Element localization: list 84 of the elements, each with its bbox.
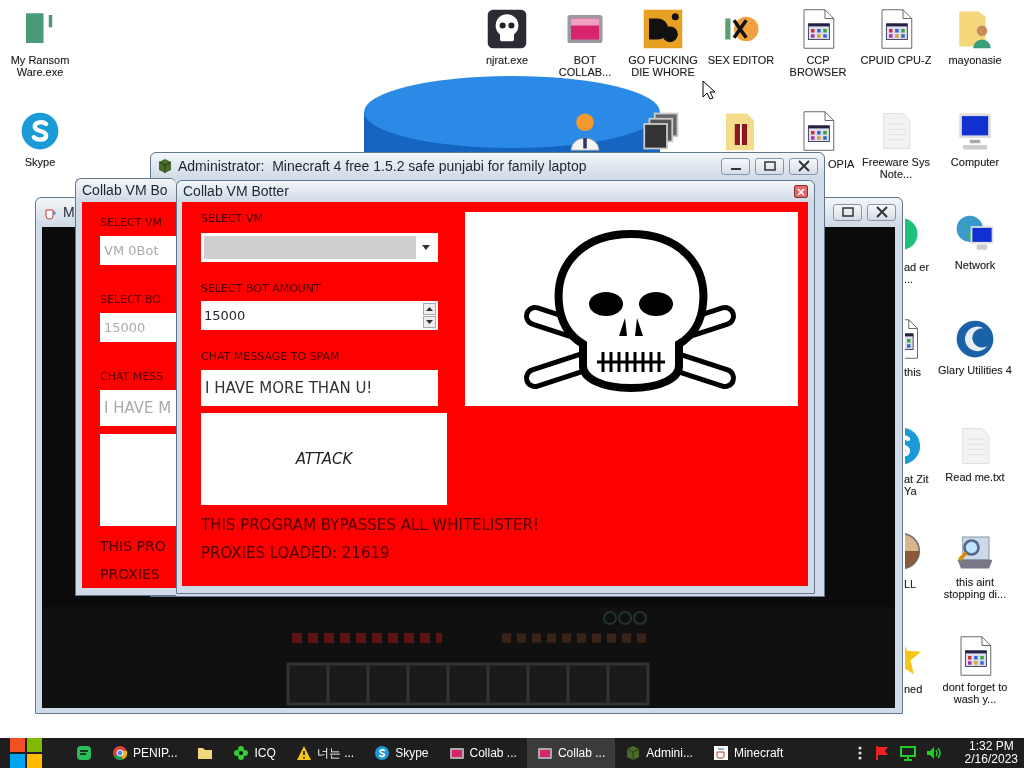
warning-icon (295, 745, 312, 761)
taskbar-button[interactable]: Collab ... (526, 738, 616, 768)
taskbar-button[interactable]: 너는 ... (285, 738, 365, 768)
clock-time: 1:32 PM (968, 740, 1014, 753)
attack-button[interactable]: ATTACK (201, 413, 447, 505)
maximize-icon (761, 160, 778, 172)
field-label: SELECT VM (100, 216, 163, 230)
window-title: Administrator: Minecraft 4 free 1.5.2 safe punjabi for family laptop (178, 156, 587, 176)
flower-icon (233, 745, 250, 761)
amount-field[interactable]: 15000 (201, 301, 438, 330)
spin-up-button[interactable] (423, 303, 436, 315)
close-icon (795, 160, 812, 172)
close-button[interactable] (867, 203, 896, 221)
window-title: M (63, 202, 75, 222)
icon-label[interactable]: BOT COLLAB... (548, 54, 622, 78)
window-title: Collab VM Bo (82, 181, 168, 200)
taskbar-button[interactable]: Admini... (615, 738, 703, 768)
icon-label[interactable]: this (904, 366, 930, 378)
icon-label[interactable]: CCP BROWSER (781, 54, 855, 78)
notice-text: THIS PROGRAM BYPASSES ALL WHITELISTER! (201, 515, 540, 535)
folder-icon (197, 745, 214, 761)
icon-label[interactable]: njrat.exe (485, 54, 529, 66)
icon-label[interactable]: mayonasie (948, 54, 1002, 66)
clock[interactable]: 1:32 PM 2/16/2023 (946, 740, 1024, 766)
icon-label[interactable]: GO FUCKING DIE WHORE (626, 54, 700, 78)
icon-label[interactable]: LL (904, 578, 930, 590)
close-icon (797, 187, 805, 196)
icon-label[interactable]: Computer (950, 156, 1000, 168)
speaker-icon[interactable] (925, 745, 942, 761)
cursor-icon (702, 80, 716, 100)
notice-text: THIS PRO (100, 537, 167, 556)
notes-icon (76, 745, 92, 761)
close-button[interactable] (794, 185, 808, 198)
icon-label[interactable]: this aint stopping di... (938, 576, 1012, 600)
field-label: SELECT VM (201, 212, 264, 226)
taskbar-button[interactable]: ICQ (223, 738, 286, 768)
down-arrow-icon (426, 320, 433, 324)
field-label: SELECT BOT AMOUNT (201, 282, 322, 296)
icon-label[interactable]: Read me.txt (945, 471, 1005, 483)
app-icon[interactable] (642, 8, 684, 50)
taskbar-button[interactable]: Collab ... (438, 738, 527, 768)
film-icon (536, 745, 553, 761)
icon-label[interactable]: Network (954, 259, 996, 271)
icon-label[interactable]: Glary Utilities 4 (938, 364, 1012, 376)
chrome-icon (112, 745, 128, 761)
film-icon (448, 745, 465, 761)
windows-logo-icon (10, 738, 42, 768)
flag-icon[interactable] (873, 745, 890, 761)
icon-label[interactable]: ad er ... (904, 261, 930, 285)
skull-icon[interactable] (486, 8, 528, 50)
up-arrow-icon (426, 307, 433, 311)
icon-label[interactable]: My Ransom Ware.exe (3, 54, 77, 78)
field-label: CHAT MESS (100, 370, 165, 384)
field-label: CHAT MESSAGE TO SPAM (201, 350, 341, 364)
clock-date: 2/16/2023 (964, 753, 1018, 766)
icon-label[interactable]: at Zit Ya (904, 473, 930, 497)
icon-label[interactable]: Freeware Sys Note... (859, 156, 933, 180)
icon-label[interactable]: SEX EDITOR (707, 54, 775, 66)
taskbar-button[interactable]: Minecraft (702, 738, 794, 768)
minimize-button[interactable] (721, 157, 750, 175)
skype-icon (374, 745, 391, 761)
icon-label[interactable]: CPUID CPU-Z (860, 54, 932, 66)
close-button[interactable] (789, 157, 818, 175)
status-text: PROXIES LOADED: 21619 (201, 543, 391, 563)
status-text: PROXIES (100, 565, 161, 584)
maximize-button[interactable] (833, 203, 862, 221)
message-field[interactable]: I HAVE MORE THAN U! (201, 370, 438, 406)
field-value: 15000 (204, 306, 246, 325)
taskbar-button[interactable]: Skype (364, 738, 439, 768)
icon-label[interactable]: dont forget to wash y... (938, 681, 1012, 705)
maximize-button[interactable] (755, 157, 784, 175)
taskbar-button[interactable]: PENIP... (102, 738, 188, 768)
close-icon (873, 206, 890, 218)
spin-down-button[interactable] (423, 316, 436, 328)
window-title: Collab VM Botter (183, 182, 289, 201)
field-label: SELECT BO (100, 293, 162, 307)
skype-icon[interactable] (19, 110, 61, 152)
icon-label[interactable]: ned (904, 683, 930, 695)
monitor-icon[interactable] (899, 745, 916, 761)
minimize-icon (730, 168, 741, 170)
icon-label[interactable]: OPIA (828, 158, 855, 170)
icon-label[interactable]: Skype (24, 156, 56, 168)
maximize-icon (839, 206, 856, 218)
caret-icon (422, 245, 430, 250)
